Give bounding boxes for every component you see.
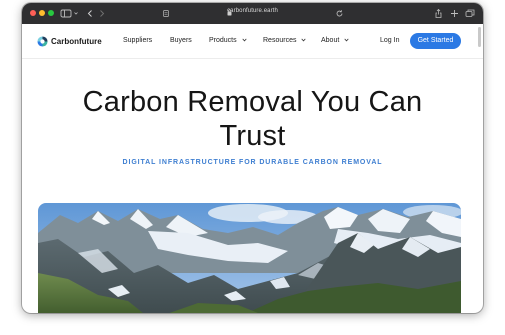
reload-icon[interactable] (335, 7, 344, 20)
hero-subtitle: DIGITAL INFRASTRUCTURE FOR DURABLE CARBO… (122, 159, 383, 166)
chevron-down-icon (344, 38, 349, 42)
nav-suppliers-label: Suppliers (123, 37, 153, 44)
login-link[interactable]: Log In (380, 37, 399, 44)
chevron-down-icon (241, 38, 247, 42)
mountain-landscape-illustration (38, 203, 461, 313)
plus-icon[interactable] (450, 7, 459, 20)
get-started-button[interactable]: Get Started (410, 33, 461, 49)
browser-toolbar: carbonfuture.earth (22, 3, 483, 25)
nav-about-label: About (321, 37, 340, 44)
hero-title-line-1: Carbon Removal You Can (82, 86, 423, 118)
brand-name[interactable]: Carbonfuture (51, 37, 102, 46)
nav-suppliers[interactable]: Suppliers (123, 37, 152, 44)
hero-title: Carbon Removal You Can Trust (22, 85, 483, 153)
nav-resources[interactable]: Resources (263, 37, 307, 44)
carbonfuture-logo-icon[interactable] (37, 36, 48, 47)
hero-title-line-2: Trust (219, 120, 286, 152)
chevron-down-icon (301, 38, 307, 42)
address-bar-url[interactable]: carbonfuture.earth (22, 8, 483, 14)
site-navbar: Carbonfuture Suppliers Buyers Products R… (22, 24, 483, 59)
nav-buyers-label: Buyers (170, 37, 192, 44)
page-scrollbar[interactable] (478, 27, 481, 47)
nav-products-label: Products (209, 37, 237, 44)
hero-mountain-image (38, 203, 461, 313)
nav-buyers[interactable]: Buyers (170, 37, 192, 44)
tabs-icon[interactable] (465, 7, 475, 20)
browser-window: carbonfuture.earth Carbonfuture Supplier… (22, 3, 483, 313)
nav-products[interactable]: Products (209, 37, 247, 44)
share-icon[interactable] (434, 7, 443, 20)
nav-about[interactable]: About (321, 37, 349, 44)
nav-resources-label: Resources (263, 37, 297, 44)
